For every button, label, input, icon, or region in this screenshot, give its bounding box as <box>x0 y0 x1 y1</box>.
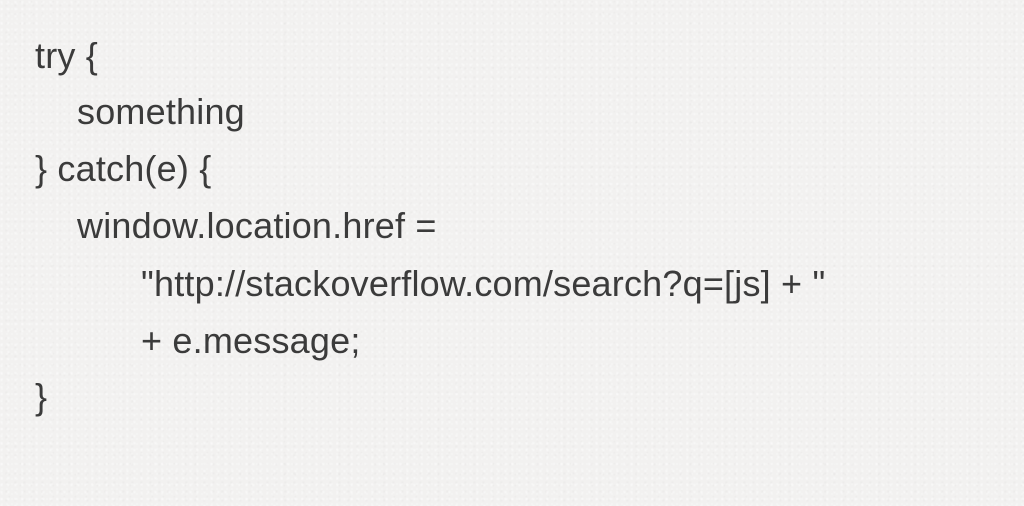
code-line-closing-brace: } <box>35 376 48 417</box>
code-line-catch: } catch(e) { <box>35 148 212 189</box>
code-line-something: something <box>77 91 245 132</box>
code-line-location-href: window.location.href = <box>77 205 437 246</box>
code-line-search-url: "http://stackoverflow.com/search?q=[js] … <box>141 263 826 304</box>
code-note: try { something } catch(e) { window.loca… <box>0 0 1024 506</box>
code-line-error-message: + e.message; <box>141 320 361 361</box>
code-line-try: try { <box>35 35 99 76</box>
